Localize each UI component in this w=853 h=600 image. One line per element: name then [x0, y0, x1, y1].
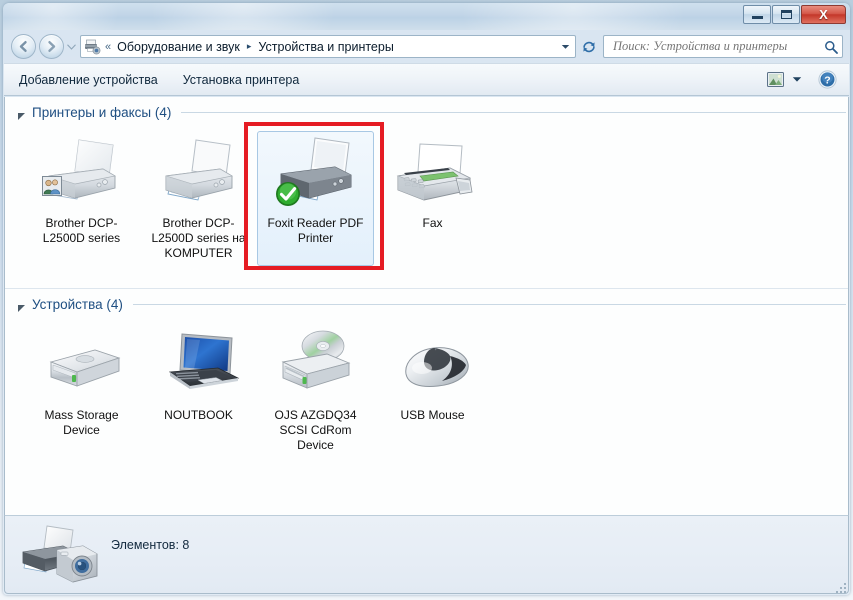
forward-arrow-icon [48, 41, 56, 52]
svg-text:?: ? [824, 75, 830, 87]
printers-tile-row: Brother DCP-L2500D series Brother DCP-L2… [5, 127, 848, 272]
glass-highlight [423, 3, 723, 30]
change-view-button[interactable] [763, 69, 787, 91]
search-input[interactable] [611, 38, 824, 55]
breadcrumb-separator[interactable]: ▸ [247, 41, 252, 52]
refresh-icon [583, 41, 595, 52]
command-bar: Добавление устройства Установка принтера [4, 63, 849, 96]
laptop-icon [156, 328, 242, 406]
change-view-icon [766, 72, 784, 87]
group-header-printers[interactable]: Принтеры и факсы (4) [5, 97, 848, 127]
group-rule [181, 111, 846, 113]
minimize-icon [751, 16, 763, 19]
printer-and-camera-icon [21, 524, 101, 586]
item-count-label: Элементов: 8 [111, 538, 190, 552]
mouse-icon [390, 328, 476, 406]
address-bar[interactable]: « Оборудование и звук ▸ Устройства и при… [80, 35, 576, 58]
default-printer-check-icon [275, 181, 301, 212]
device-label: NOUTBOOK [164, 408, 233, 422]
recent-locations-button[interactable] [64, 34, 78, 59]
device-label: Brother DCP-L2500D series на KOMPUTER [151, 216, 246, 260]
command-bar-right: ? [763, 69, 849, 91]
glass-highlight [3, 3, 133, 30]
maximize-icon [780, 10, 792, 19]
search-box[interactable] [603, 35, 843, 58]
device-label: Brother DCP-L2500D series [42, 216, 121, 245]
help-button[interactable]: ? [814, 69, 840, 91]
group-title-devices: Устройства (4) [32, 296, 123, 312]
minimize-button[interactable] [743, 5, 771, 24]
maximize-button[interactable] [772, 5, 800, 24]
chevron-down-icon [66, 43, 76, 50]
items-view[interactable]: Принтеры и факсы (4) Brother DCP-L2500D … [4, 97, 849, 515]
network-printer-icon [156, 136, 242, 214]
breadcrumb-item-devices-and-printers[interactable]: Устройства и принтеры [256, 39, 395, 55]
device-tile-mass-storage-device[interactable]: Mass Storage Device [23, 323, 140, 458]
navigation-bar: « Оборудование и звук ▸ Устройства и при… [3, 30, 850, 63]
back-button[interactable] [11, 34, 36, 59]
close-icon: X [819, 7, 828, 22]
device-label: Fax [422, 216, 443, 230]
title-bar[interactable]: X [3, 3, 850, 30]
device-tile-foxit-reader-pdf-printer[interactable]: Foxit Reader PDF Printer [257, 131, 374, 266]
external-hard-drive-icon [39, 328, 125, 406]
group-rule [132, 303, 846, 305]
device-tile-brother-network[interactable]: Brother DCP-L2500D series на KOMPUTER [140, 131, 257, 266]
device-label: USB Mouse [400, 408, 465, 422]
chevron-down-icon [561, 44, 569, 49]
triangle-down-icon[interactable] [17, 300, 26, 312]
window-controls: X [743, 5, 846, 24]
device-label: Foxit Reader PDF Printer [267, 216, 364, 245]
group-title-printers: Принтеры и факсы (4) [32, 104, 172, 120]
add-device-button[interactable]: Добавление устройства [9, 68, 168, 92]
device-tile-usb-mouse[interactable]: USB Mouse [374, 323, 491, 458]
device-tile-noutbook[interactable]: NOUTBOOK [140, 323, 257, 458]
triangle-down-icon[interactable] [17, 108, 26, 120]
explorer-window: X « Оборудование и звук ▸ Устройства и п… [3, 3, 850, 595]
change-view-dropdown[interactable] [789, 69, 804, 91]
refresh-button[interactable] [578, 35, 600, 58]
resize-grip[interactable] [835, 581, 847, 593]
chevron-down-icon [792, 77, 801, 82]
forward-button[interactable] [39, 34, 64, 59]
add-printer-button[interactable]: Установка принтера [173, 68, 310, 92]
glass-highlight [123, 3, 363, 30]
device-tile-cdrom[interactable]: OJS AZGDQ34 SCSI CdRom Device [257, 323, 374, 458]
back-arrow-icon [19, 41, 27, 52]
printer-icon [273, 136, 359, 214]
address-dropdown-button[interactable] [557, 36, 573, 57]
details-pane: Элементов: 8 [4, 515, 849, 594]
cdrom-drive-icon [273, 328, 359, 406]
device-tile-fax[interactable]: Fax [374, 131, 491, 266]
devices-tile-row: Mass Storage Device NOUTBOOK OJS AZGDQ34… [5, 319, 848, 464]
printer-icon [39, 136, 125, 214]
search-icon[interactable] [824, 40, 838, 54]
breadcrumb-item-hardware-and-sound[interactable]: Оборудование и звук [115, 39, 242, 55]
shared-users-icon [41, 176, 62, 201]
fax-icon [390, 136, 476, 214]
close-button[interactable]: X [801, 5, 846, 24]
devices-and-printers-icon [84, 39, 101, 55]
group-header-devices[interactable]: Устройства (4) [5, 289, 848, 319]
help-icon: ? [817, 70, 837, 89]
device-label: OJS AZGDQ34 SCSI CdRom Device [274, 408, 357, 452]
device-label: Mass Storage Device [44, 408, 119, 437]
device-tile-brother-local[interactable]: Brother DCP-L2500D series [23, 131, 140, 266]
breadcrumb-overflow-button[interactable]: « [105, 41, 111, 53]
